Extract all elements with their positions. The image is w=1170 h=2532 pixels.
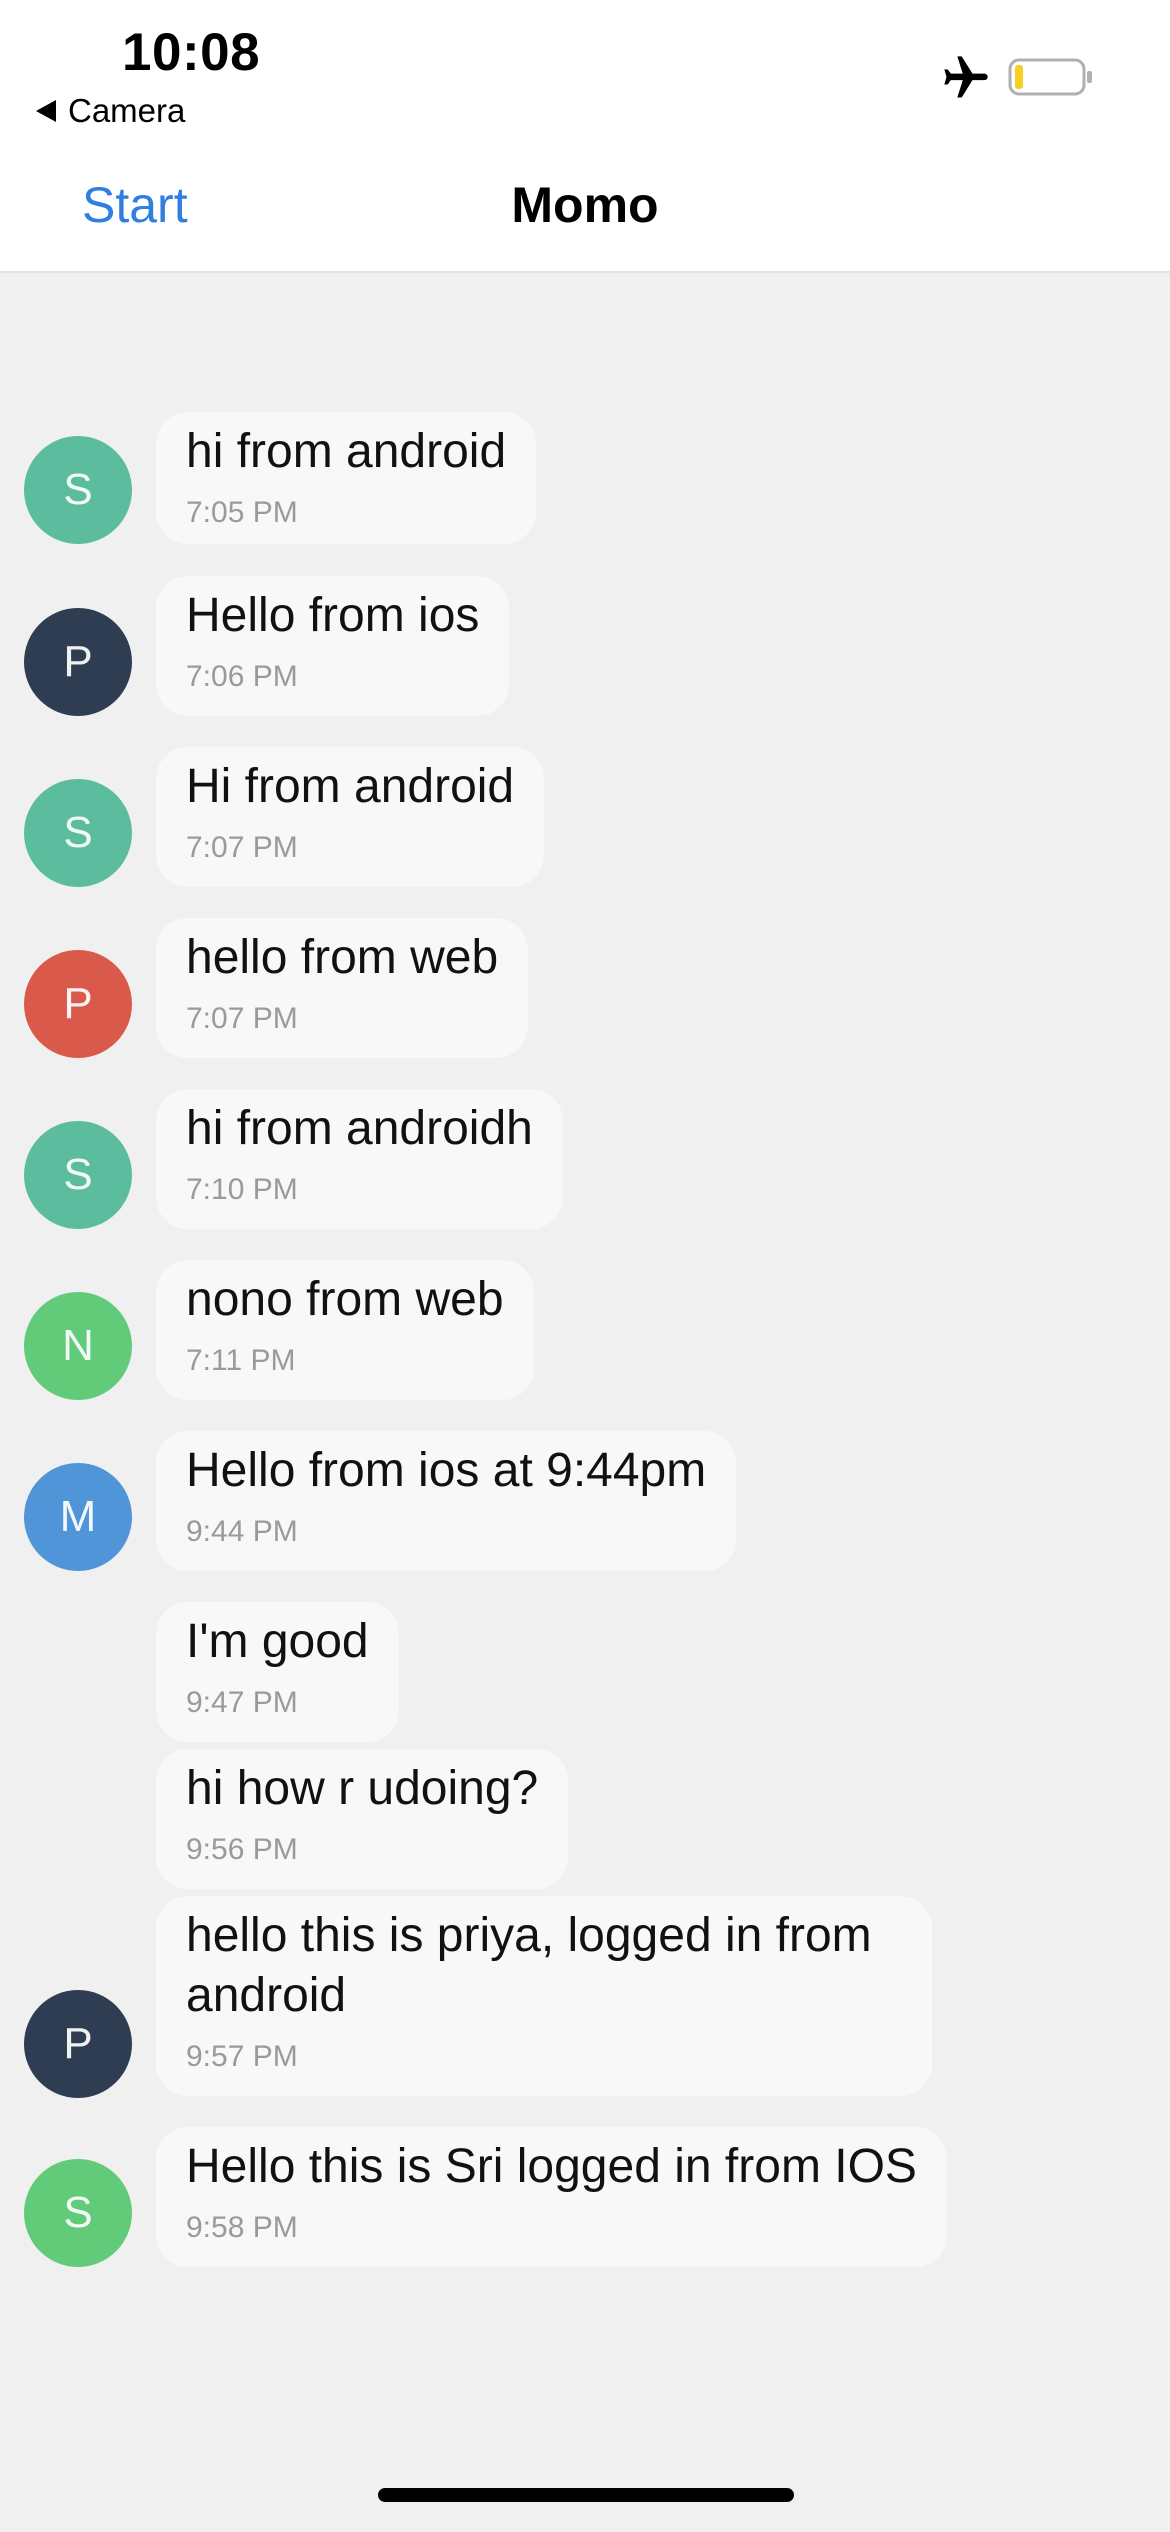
- back-to-app-link[interactable]: Camera: [36, 92, 185, 130]
- message-time: 7:06 PM: [186, 660, 298, 693]
- message-bubble[interactable]: hi from androidh 7:10 PM: [156, 1089, 563, 1229]
- avatar[interactable]: P: [24, 608, 132, 716]
- message-time: 9:58 PM: [186, 2211, 298, 2244]
- message-time: 7:07 PM: [186, 1002, 298, 1035]
- message-text: hello from web: [186, 931, 499, 984]
- avatar[interactable]: P: [24, 1990, 132, 2098]
- page-title: Momo: [511, 177, 659, 233]
- message-text: I'm good: [186, 1615, 369, 1668]
- message-text: Hello this is Sri logged in from IOS: [186, 2140, 917, 2193]
- message-bubble[interactable]: hi how r udoing? 9:56 PM: [156, 1749, 569, 1889]
- message-bubble[interactable]: nono from web 7:11 PM: [156, 1260, 534, 1400]
- avatar[interactable]: M: [24, 1463, 132, 1571]
- message-text: hi how r udoing?: [186, 1762, 539, 1815]
- message-text: hello this is priya, logged in from andr…: [186, 1909, 872, 2022]
- avatar[interactable]: S: [24, 779, 132, 887]
- status-time: 10:08: [122, 23, 261, 82]
- message-text: nono from web: [186, 1273, 504, 1326]
- avatar[interactable]: S: [24, 1121, 132, 1229]
- message-bubble[interactable]: hi from android 7:05 PM: [156, 412, 537, 544]
- message-bubble[interactable]: Hello this is Sri logged in from IOS 9:5…: [156, 2127, 947, 2267]
- back-triangle-icon: [36, 100, 56, 122]
- home-indicator[interactable]: [378, 2488, 794, 2502]
- message-time: 7:07 PM: [186, 831, 298, 864]
- message-text: hi from android: [186, 425, 507, 478]
- message-time: 9:56 PM: [186, 1833, 298, 1866]
- message-text: Hi from android: [186, 760, 515, 813]
- avatar[interactable]: P: [24, 950, 132, 1058]
- message-bubble[interactable]: hello from web 7:07 PM: [156, 918, 529, 1058]
- message-text: Hello from ios at 9:44pm: [186, 1444, 707, 1497]
- avatar[interactable]: N: [24, 1292, 132, 1400]
- message-bubble[interactable]: hello this is priya, logged in from andr…: [156, 1896, 932, 2096]
- battery-icon: [1008, 58, 1092, 96]
- message-bubble[interactable]: Hello from ios 7:06 PM: [156, 576, 510, 716]
- message-time: 7:11 PM: [186, 1344, 296, 1377]
- message-text: Hello from ios: [186, 589, 480, 642]
- message-bubble[interactable]: Hi from android 7:07 PM: [156, 747, 545, 887]
- message-time: 7:05 PM: [186, 496, 298, 529]
- message-time: 9:44 PM: [186, 1515, 298, 1548]
- avatar[interactable]: S: [24, 436, 132, 544]
- message-bubble[interactable]: Hello from ios at 9:44pm 9:44 PM: [156, 1431, 737, 1571]
- header-bar: 10:08 Camera Start Momo: [0, 0, 1170, 273]
- message-time: 7:10 PM: [186, 1173, 298, 1206]
- message-time: 9:57 PM: [186, 2040, 298, 2073]
- message-time: 9:47 PM: [186, 1686, 298, 1719]
- back-app-label: Camera: [68, 92, 186, 129]
- avatar[interactable]: S: [24, 2159, 132, 2267]
- airplane-icon: [944, 56, 988, 98]
- message-text: hi from androidh: [186, 1102, 533, 1155]
- message-bubble[interactable]: I'm good 9:47 PM: [156, 1602, 399, 1742]
